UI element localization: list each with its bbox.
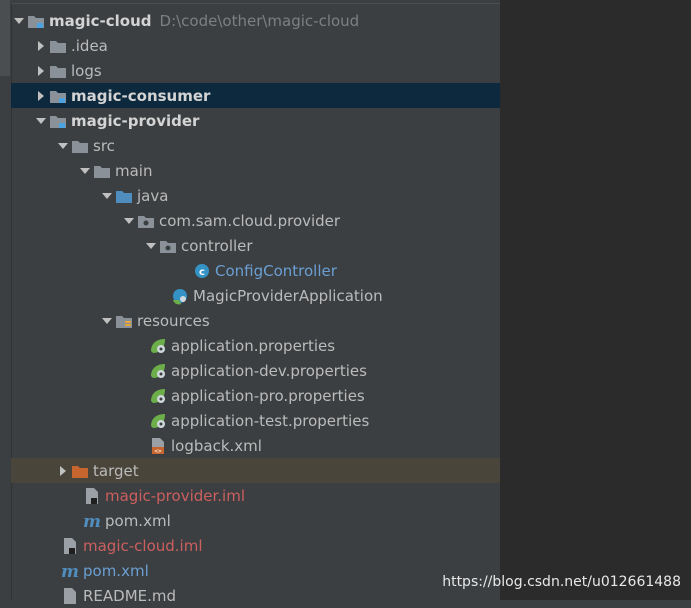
svg-text:m: m: [83, 513, 101, 529]
tree-row-idea[interactable]: .idea: [11, 33, 500, 58]
folder-icon: [49, 37, 67, 55]
chevron-down-icon[interactable]: [77, 163, 93, 179]
tree-label: ConfigController: [215, 261, 337, 280]
chevron-down-icon[interactable]: [121, 213, 137, 229]
tree-label: MagicProviderApplication: [193, 286, 383, 305]
tree-label: pom.xml: [83, 561, 149, 580]
chevron-down-icon[interactable]: [99, 313, 115, 329]
folder-icon: [49, 62, 67, 80]
tree-label: .idea: [71, 36, 108, 55]
tree-row-magic-provider[interactable]: magic-provider: [11, 108, 500, 133]
spring-properties-icon: [149, 387, 167, 405]
folder-icon: [93, 162, 111, 180]
tree-row-magic-consumer[interactable]: magic-consumer: [11, 83, 500, 108]
tree-label: magic-cloud.iml: [83, 536, 203, 555]
module-folder-icon: [49, 112, 67, 130]
tree-label: logback.xml: [171, 436, 262, 455]
spring-properties-icon: [149, 412, 167, 430]
package-icon: [137, 212, 155, 230]
tree-row-root-pom-xml[interactable]: m pom.xml: [11, 558, 500, 583]
tree-label: controller: [181, 236, 253, 255]
tree-label: src: [93, 136, 115, 155]
tree-row-java[interactable]: java: [11, 183, 500, 208]
watermark: https://blog.csdn.net/u012661488: [442, 574, 681, 590]
chevron-right-icon[interactable]: [55, 463, 71, 479]
chevron-down-icon[interactable]: [33, 113, 49, 129]
tree-label: main: [115, 161, 153, 180]
tree-row-magic-cloud[interactable]: magic-cloud D:\code\other\magic-cloud: [11, 8, 500, 33]
maven-icon: m: [61, 562, 79, 580]
tree-label: application.properties: [171, 336, 336, 355]
structure-tool-tab[interactable]: [0, 556, 10, 600]
tree-row-readme-md[interactable]: README.md: [11, 583, 500, 608]
tree-label: application-dev.properties: [171, 361, 367, 380]
tree-row-magicproviderapplication[interactable]: MagicProviderApplication: [11, 283, 500, 308]
folder-icon: [71, 137, 89, 155]
tree-row-logback-xml[interactable]: <> logback.xml: [11, 433, 500, 458]
tree-row-magic-provider-iml[interactable]: magic-provider.iml: [11, 483, 500, 508]
tree-row-application-test-properties[interactable]: application-test.properties: [11, 408, 500, 433]
chevron-down-icon[interactable]: [55, 138, 71, 154]
markdown-file-icon: [61, 587, 79, 605]
tree-label: application-pro.properties: [171, 386, 365, 405]
tree-row-application-properties[interactable]: application.properties: [11, 333, 500, 358]
tree-label: application-test.properties: [171, 411, 370, 430]
resources-folder-icon: [115, 312, 133, 330]
chevron-right-icon[interactable]: [33, 88, 49, 104]
xml-file-icon: <>: [149, 437, 167, 455]
tree-row-application-dev-properties[interactable]: application-dev.properties: [11, 358, 500, 383]
maven-icon: m: [83, 512, 101, 530]
svg-text:m: m: [61, 563, 79, 579]
tree-row-target[interactable]: target: [11, 458, 500, 483]
package-icon: [159, 237, 177, 255]
tree-row-resources[interactable]: resources: [11, 308, 500, 333]
editor-area: [500, 0, 691, 600]
chevron-right-icon[interactable]: [33, 63, 49, 79]
project-tool-tab[interactable]: [0, 0, 10, 76]
tree-label: java: [137, 186, 169, 205]
project-tree: magic-cloud D:\code\other\magic-cloud .i…: [11, 8, 500, 608]
svg-text:<>: <>: [154, 448, 162, 455]
tree-label: com.sam.cloud.provider: [159, 211, 341, 230]
tree-label: pom.xml: [105, 511, 171, 530]
tree-row-provider-pom-xml[interactable]: m pom.xml: [11, 508, 500, 533]
tree-row-main[interactable]: main: [11, 158, 500, 183]
svg-text:c: c: [199, 267, 205, 278]
source-folder-icon: [115, 187, 133, 205]
iml-file-icon: [61, 537, 79, 555]
java-class-icon: c: [193, 262, 211, 280]
tree-label: magic-provider: [71, 111, 200, 130]
panel-header-edge: [11, 0, 500, 4]
tree-label: logs: [71, 61, 102, 80]
tree-row-src[interactable]: src: [11, 133, 500, 158]
spring-properties-icon: [149, 362, 167, 380]
tree-label: README.md: [83, 586, 177, 605]
tree-row-logs[interactable]: logs: [11, 58, 500, 83]
chevron-right-icon[interactable]: [33, 38, 49, 54]
project-path: D:\code\other\magic-cloud: [159, 11, 360, 30]
spring-boot-class-icon: [171, 287, 189, 305]
iml-file-icon: [83, 487, 101, 505]
excluded-folder-icon: [71, 462, 89, 480]
tree-label: magic-consumer: [71, 86, 211, 105]
chevron-down-icon[interactable]: [99, 188, 115, 204]
tree-label: magic-cloud: [49, 11, 152, 30]
chevron-down-icon[interactable]: [11, 13, 27, 29]
tree-label: magic-provider.iml: [105, 486, 245, 505]
chevron-down-icon[interactable]: [143, 238, 159, 254]
spring-properties-icon: [149, 337, 167, 355]
tree-row-configcontroller[interactable]: c ConfigController: [11, 258, 500, 283]
tree-row-magic-cloud-iml[interactable]: magic-cloud.iml: [11, 533, 500, 558]
tree-row-application-pro-properties[interactable]: application-pro.properties: [11, 383, 500, 408]
tree-row-package-provider[interactable]: com.sam.cloud.provider: [11, 208, 500, 233]
tree-label: resources: [137, 311, 210, 330]
tree-row-package-controller[interactable]: controller: [11, 233, 500, 258]
module-folder-icon: [27, 12, 45, 30]
module-folder-icon: [49, 87, 67, 105]
tree-label: target: [93, 461, 139, 480]
